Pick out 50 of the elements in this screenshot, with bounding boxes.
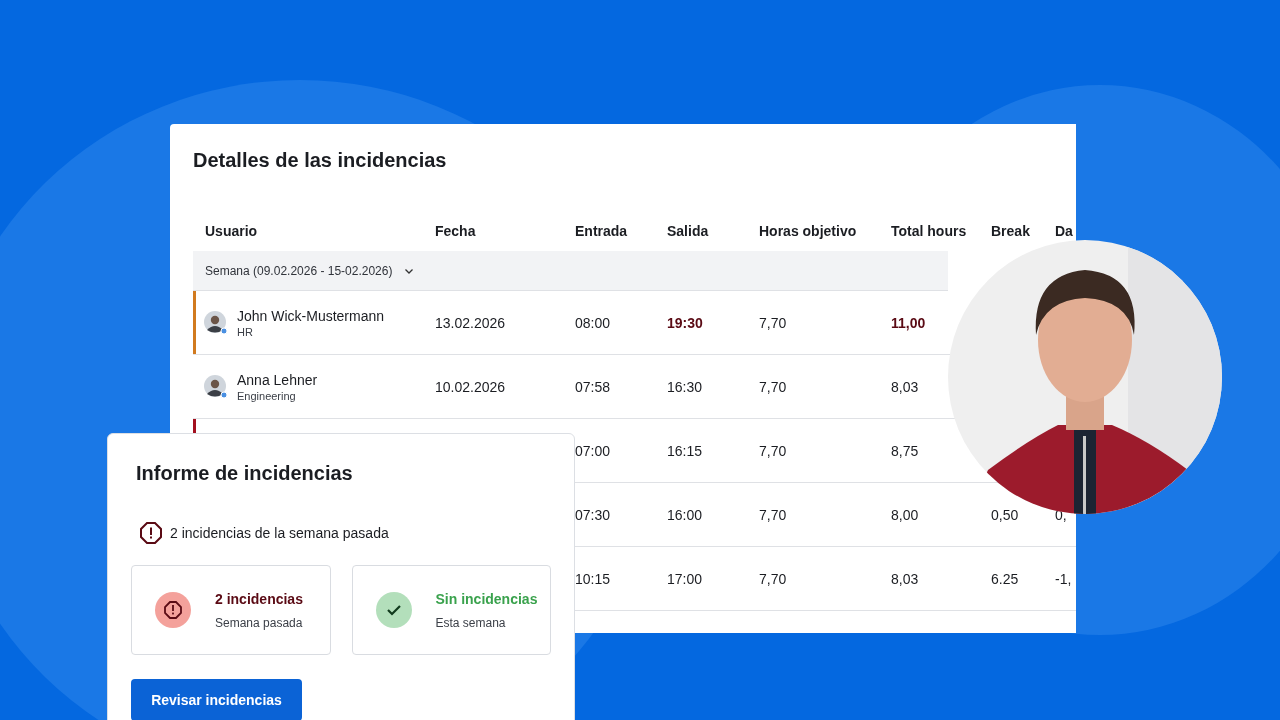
column-header: Salida bbox=[667, 223, 710, 239]
table-cell: 8,75 bbox=[891, 442, 919, 459]
table-cell: -1, bbox=[1055, 570, 1072, 587]
table-cell: 07:58 bbox=[575, 378, 611, 395]
table-cell: 0,50 bbox=[991, 506, 1019, 523]
avatar-icon bbox=[204, 310, 228, 335]
table-cell: 6.25 bbox=[991, 570, 1019, 587]
table-cell: 8,03 bbox=[891, 570, 919, 587]
column-header: Break bbox=[991, 223, 1031, 239]
table-cell: 7,70 bbox=[759, 570, 787, 587]
table-cell: 17:00 bbox=[667, 570, 703, 587]
table-cell: 10.02.2026 bbox=[435, 378, 506, 395]
summary-text: 2 incidencias de la semana pasada bbox=[170, 525, 389, 541]
column-header: Fecha bbox=[435, 223, 477, 239]
table-cell: 11,00 bbox=[891, 314, 926, 331]
column-header: Entrada bbox=[575, 223, 629, 239]
table-cell: 07:00 bbox=[575, 442, 611, 459]
avatar-icon bbox=[204, 374, 228, 399]
stat-value: 2 incidencias bbox=[215, 590, 303, 607]
card-title: Informe de incidencias bbox=[136, 462, 354, 485]
group-label: Semana (09.02.2026 - 15-02.2026) bbox=[205, 263, 393, 278]
user-name: John Wick-Mustermann bbox=[237, 307, 385, 324]
table-cell: 7,70 bbox=[759, 314, 787, 331]
user-department: HR bbox=[237, 325, 254, 338]
column-header: Horas objetivo bbox=[759, 223, 858, 239]
table-cell: 19:30 bbox=[667, 314, 703, 331]
column-header: Usuario bbox=[204, 223, 259, 239]
table-cell: 08:00 bbox=[575, 314, 611, 331]
review-button[interactable]: Revisar incidencias bbox=[131, 679, 302, 720]
table-cell: 16:15 bbox=[667, 442, 703, 459]
table-cell: 8,03 bbox=[891, 378, 919, 395]
table-cell: 7,70 bbox=[759, 442, 787, 459]
table-cell: 7,70 bbox=[759, 506, 787, 523]
stat-caption: Esta semana bbox=[435, 615, 507, 630]
table-cell: 7,70 bbox=[759, 378, 787, 395]
column-header: Total hours bbox=[891, 223, 968, 239]
table-cell: 13.02.2026 bbox=[435, 314, 506, 331]
user-name: Anna Lehner bbox=[237, 371, 318, 388]
table-cell: 16:30 bbox=[667, 378, 703, 395]
stat-value: Sin incidencias bbox=[435, 590, 538, 607]
group-row[interactable]: Semana (09.02.2026 - 15-02.2026) bbox=[193, 251, 948, 291]
table-cell: 8,00 bbox=[891, 506, 919, 523]
table-cell: 10:15 bbox=[575, 570, 611, 587]
table-cell: 07:30 bbox=[575, 506, 611, 523]
stat-caption: Semana pasada bbox=[215, 615, 303, 630]
table-cell: 16:00 bbox=[667, 506, 703, 523]
column-header: Da bbox=[1055, 223, 1074, 239]
user-department: Engineering bbox=[237, 389, 297, 402]
warning-icon bbox=[139, 521, 163, 545]
card-title: Detalles de las incidencias bbox=[193, 149, 448, 173]
